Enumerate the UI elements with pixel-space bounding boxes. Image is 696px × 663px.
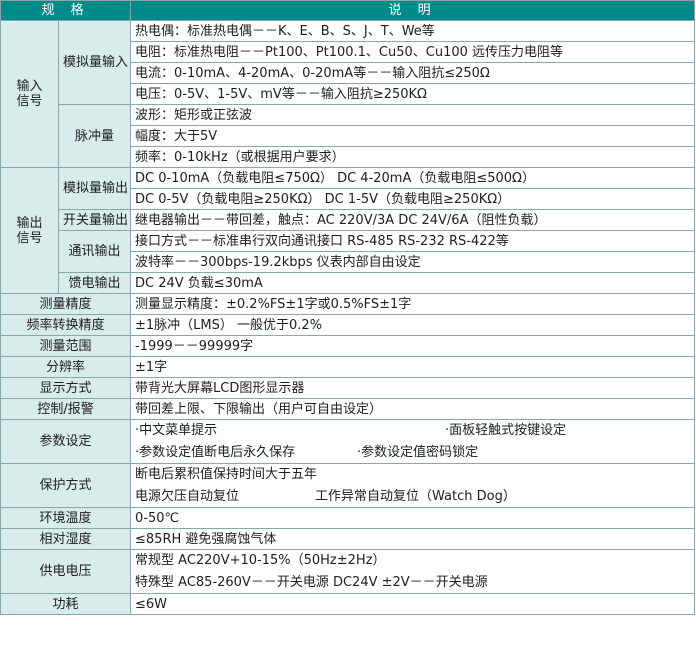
display-value: 带背光大屏幕LCD图形显示器 — [130, 377, 696, 399]
precision-value: 测量显示精度：±0.2%FS±1字或0.5%FS±1字 — [130, 293, 696, 315]
precision-label: 测量精度 — [0, 293, 132, 315]
switch-output-value: 继电器输出－－带回差，触点：AC 220V/3A DC 24V/6A（阻性负载） — [130, 209, 696, 231]
pulse-amplitude: 幅度：大于5V — [130, 125, 696, 147]
switch-output-label: 开关量输出 — [57, 209, 132, 231]
freq-accuracy-value: ±1脉冲（LMS） 一般优于0.2% — [130, 314, 696, 336]
protect-undervoltage: 电源欠压自动复位 — [135, 489, 240, 504]
resolution-label: 分辨率 — [0, 356, 132, 378]
feed-output-value: DC 24V 负载≤30mA — [130, 272, 696, 294]
param-menu: ·中文菜单提示 — [135, 423, 218, 438]
power-standard: 常规型 AC220V+10-15%（50Hz±2Hz） — [135, 553, 386, 568]
freq-accuracy-label: 频率转换精度 — [0, 314, 132, 336]
power-special: 特殊型 AC85-260V－－开关电源 DC24V ±2V－－开关电源 — [135, 575, 488, 590]
analog-input-rtd: 电阻：标准热电阻－－Pt100、Pt100.1、Cu50、Cu100 远传压力电… — [130, 41, 696, 63]
param-lock: ·参数设定值密码锁定 — [357, 445, 479, 460]
consume-value: ≤6W — [130, 593, 696, 615]
display-label: 显示方式 — [0, 377, 132, 399]
analog-output-current: DC 0-10mA（负载电阻≤750Ω） DC 4-20mA（负载电阻≤500Ω… — [130, 167, 696, 189]
spec-table: 规 格 说 明 输入信号 模拟量输入 热电偶：标准热电偶－－K、E、B、S、J、… — [0, 0, 696, 615]
header-desc: 说 明 — [130, 0, 696, 21]
param-value: ·中文菜单提示 ·面板轻触式按键设定 ·参数设定值断电后永久保存 ·参数设定值密… — [130, 419, 696, 464]
comm-interface: 接口方式－－标准串行双向通讯接口 RS-485 RS-232 RS-422等 — [130, 230, 696, 252]
comm-baud-rate: 波特率－－300bps-19.2kbps 仪表内部自由设定 — [130, 251, 696, 273]
analog-input-thermocouple: 热电偶：标准热电偶－－K、E、B、S、J、T、We等 — [130, 20, 696, 42]
humidity-value: ≤85RH 避免强腐蚀气体 — [130, 528, 696, 550]
param-keys: ·面板轻触式按键设定 — [445, 423, 567, 438]
range-label: 测量范围 — [0, 335, 132, 357]
power-value: 常规型 AC220V+10-15%（50Hz±2Hz） 特殊型 AC85-260… — [130, 549, 696, 594]
consume-label: 功耗 — [0, 593, 132, 615]
control-value: 带回差上限、下限输出（用户可自由设定） — [130, 398, 696, 420]
analog-input-current: 电流：0-10mA、4-20mA、0-20mA等－－输入阻抗≤250Ω — [130, 62, 696, 84]
control-label: 控制/报警 — [0, 398, 132, 420]
protect-retention: 断电后累积值保持时间大于五年 — [135, 467, 318, 482]
protect-watchdog: 工作异常自动复位（Watch Dog） — [315, 489, 516, 504]
feed-output-label: 馈电输出 — [57, 272, 132, 294]
header-spec: 规 格 — [0, 0, 132, 21]
param-label: 参数设定 — [0, 419, 132, 464]
analog-input-voltage: 电压：0-5V、1-5V、mV等－－输入阻抗≥250KΩ — [130, 83, 696, 105]
protect-value: 断电后累积值保持时间大于五年 电源欠压自动复位 工作异常自动复位（Watch D… — [130, 463, 696, 508]
analog-input-label: 模拟量输入 — [57, 20, 132, 105]
humidity-label: 相对湿度 — [0, 528, 132, 550]
resolution-value: ±1字 — [130, 356, 696, 378]
pulse-input-label: 脉冲量 — [57, 104, 132, 168]
analog-output-voltage: DC 0-5V（负载电阻≥250KΩ） DC 1-5V（负载电阻≥250KΩ） — [130, 188, 696, 210]
comm-output-label: 通讯输出 — [57, 230, 132, 273]
range-value: -1999－－99999字 — [130, 335, 696, 357]
table-header: 规 格 说 明 — [0, 0, 696, 21]
protect-label: 保护方式 — [0, 463, 132, 508]
temp-value: 0-50℃ — [130, 507, 696, 529]
input-signal-label: 输入信号 — [0, 20, 59, 168]
param-save: ·参数设定值断电后永久保存 — [135, 445, 296, 460]
analog-output-label: 模拟量输出 — [57, 167, 132, 210]
pulse-frequency: 频率：0-10kHz（或根据用户要求） — [130, 146, 696, 168]
power-label: 供电电压 — [0, 549, 132, 594]
pulse-waveform: 波形：矩形或正弦波 — [130, 104, 696, 126]
output-signal-label: 输出信号 — [0, 167, 59, 294]
temp-label: 环境温度 — [0, 507, 132, 529]
